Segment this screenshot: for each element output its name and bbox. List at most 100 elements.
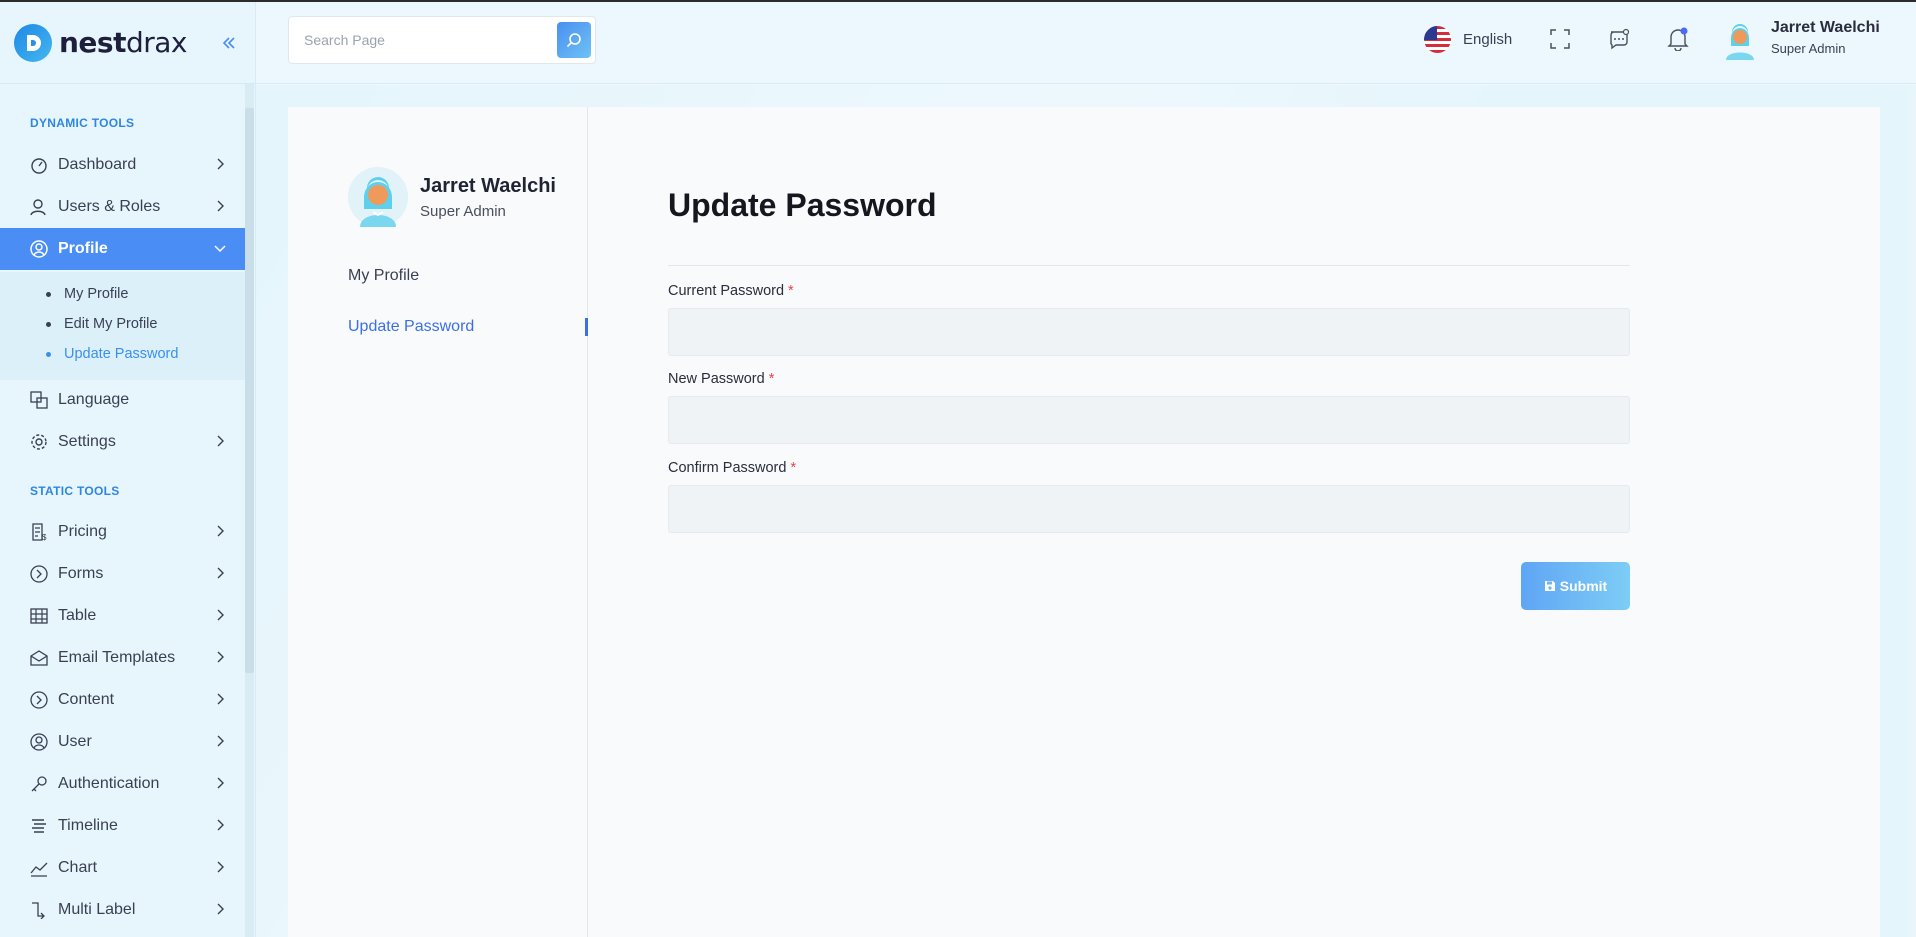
chevron-right-icon [217,609,224,621]
sidebar-item-settings[interactable]: Settings [0,421,245,463]
chart-icon [30,859,48,877]
required-marker: * [788,283,794,299]
search-input[interactable] [289,17,549,63]
page-scrollbar[interactable] [1908,85,1916,937]
submit-label: Submit [1559,578,1608,594]
sidebar-item-user[interactable]: User [0,721,245,763]
top-header: English Jarret Waelchi Super Admin [256,2,1916,84]
sidebar-item-label: Profile [58,240,108,257]
submit-button[interactable]: Submit [1521,562,1630,610]
sidebar-item-label: Chart [58,859,98,876]
pricing-icon: $ [30,523,48,541]
sidebar-item-label: Pricing [58,523,107,540]
chevron-right-icon [217,735,224,747]
chevron-right-icon [217,525,224,537]
chevron-right-icon [217,651,224,663]
profile-side-panel: Jarret Waelchi Super Admin My Profile Up… [288,107,588,937]
search-box [288,16,596,64]
user-avatar[interactable] [1722,20,1758,60]
multi-label-icon [30,901,48,919]
search-button[interactable] [557,22,591,58]
sidebar-item-pricing[interactable]: $ Pricing [0,511,245,553]
bullet-icon [46,321,51,327]
profile-card: Jarret Waelchi Super Admin My Profile Up… [288,107,1880,937]
sidebar-item-language[interactable]: Language [0,379,245,421]
sidebar-item-label: Users & Roles [58,198,161,215]
gear-icon [30,433,48,451]
profile-avatar [348,167,408,227]
submenu-item-my-profile[interactable]: My Profile [46,286,128,302]
dashboard-icon [30,156,48,174]
brand-name: nestdrax [59,26,188,59]
language-icon [30,391,48,409]
chevron-right-icon [217,693,224,705]
sidebar-item-label: Multi Label [58,901,136,918]
profile-link-my-profile[interactable]: My Profile [348,267,419,285]
key-icon [30,775,48,793]
brand-logo-icon [14,23,52,62]
confirm-password-field[interactable] [668,485,1630,533]
bell-icon [1667,27,1689,51]
current-password-label: Current Password * [668,283,794,299]
sidebar-item-label: Forms [58,565,104,582]
forms-icon [30,565,48,583]
language-selector[interactable]: English [1424,26,1512,53]
brand[interactable]: nestdrax [0,2,255,84]
sidebar-item-dashboard[interactable]: Dashboard [0,144,245,186]
fullscreen-button[interactable] [1548,27,1572,51]
messages-button[interactable] [1607,27,1631,51]
chevron-right-icon [217,567,224,579]
section-label-static: STATIC TOOLS [30,484,120,498]
chevron-right-icon [217,819,224,831]
sidebar-item-content[interactable]: Content [0,679,245,721]
profile-icon [30,240,48,258]
us-flag-icon [1424,26,1451,53]
profile-submenu: My Profile Edit My Profile Update Passwo… [0,272,245,380]
bullet-icon [46,291,51,297]
save-icon [1544,581,1555,591]
profile-name: Jarret Waelchi [420,175,556,197]
chevron-right-icon [217,777,224,789]
header-user-name: Jarret Waelchi [1771,19,1880,36]
content-icon [30,691,48,709]
sidebar-item-forms[interactable]: Forms [0,553,245,595]
sidebar-item-authentication[interactable]: Authentication [0,763,245,805]
sidebar-item-label: Content [58,691,115,708]
chat-icon [1610,28,1630,50]
sidebar-item-label: Email Templates [58,649,176,666]
profile-link-update-password[interactable]: Update Password [348,318,474,336]
sidebar-item-timeline[interactable]: Timeline [0,805,245,847]
section-label-dynamic: DYNAMIC TOOLS [30,116,135,130]
sidebar-item-profile[interactable]: Profile [0,228,245,270]
new-password-field[interactable] [668,396,1630,444]
search-icon [566,33,581,48]
email-icon [30,649,48,667]
confirm-password-label: Confirm Password * [668,460,797,476]
sidebar-item-chart[interactable]: Chart [0,847,245,889]
sidebar-item-email-templates[interactable]: Email Templates [0,637,245,679]
sidebar-item-label: Language [58,391,130,408]
sidebar-item-label: Authentication [58,775,160,792]
submenu-item-edit-profile[interactable]: Edit My Profile [46,316,157,332]
sidebar-item-label: User [58,733,92,750]
current-password-field[interactable] [668,308,1630,356]
collapse-sidebar-button[interactable] [218,32,240,54]
submenu-item-update-password[interactable]: Update Password [46,346,178,362]
sidebar-item-multi-label[interactable]: Multi Label [0,889,245,931]
notifications-button[interactable] [1666,27,1690,51]
sidebar-item-table[interactable]: Table [0,595,245,637]
chevron-right-icon [217,903,224,915]
profile-role: Super Admin [420,203,506,220]
chevron-right-icon [217,200,224,212]
svg-text:$: $ [42,533,47,541]
table-icon [30,607,48,625]
sidebar-item-label: Dashboard [58,156,137,173]
user-icon [30,198,48,216]
sidebar-scrollbar[interactable] [245,108,254,673]
chevron-right-icon [217,435,224,447]
sidebar: nestdrax DYNAMIC TOOLS Dashboard Users &… [0,2,256,937]
sidebar-item-users-roles[interactable]: Users & Roles [0,186,245,228]
required-marker: * [768,371,775,387]
sidebar-item-label: Table [58,607,97,624]
double-chevron-left-icon [222,37,235,49]
